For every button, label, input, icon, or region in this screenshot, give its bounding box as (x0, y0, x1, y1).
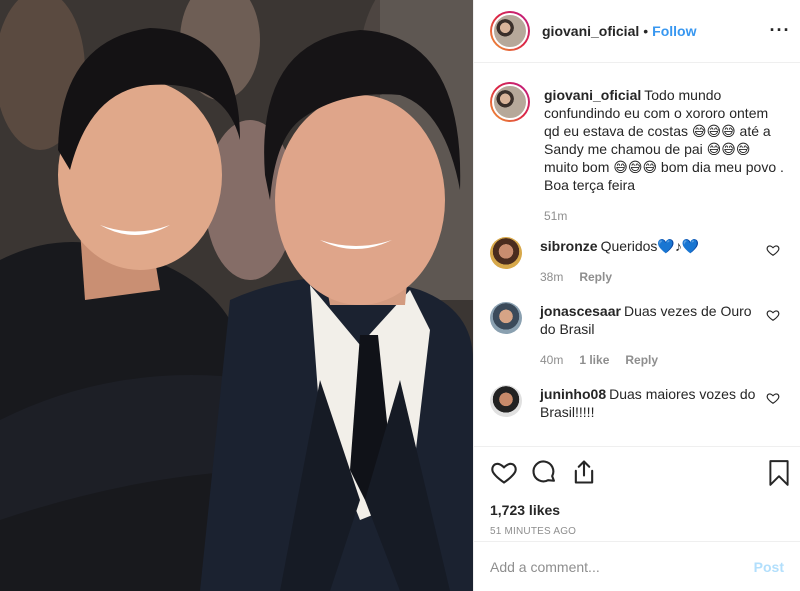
more-options-icon[interactable]: ··· (768, 20, 792, 40)
comment-username[interactable]: jonascesaar (540, 303, 621, 319)
post-photo[interactable] (0, 0, 473, 591)
bookmark-icon[interactable] (766, 459, 792, 487)
likes-count[interactable]: 1,723 likes (490, 502, 784, 518)
add-comment-bar: Add a comment... Post (474, 541, 800, 591)
photo-illustration (0, 0, 473, 591)
comment-likes[interactable]: 1 like (579, 353, 609, 367)
post-side-panel: giovani_oficial • Follow ··· giovani_ofi… (473, 0, 800, 591)
like-heart-icon[interactable] (490, 458, 518, 486)
add-comment-input[interactable]: Add a comment... (490, 559, 754, 575)
post-comment-button[interactable]: Post (754, 559, 784, 575)
author-avatar[interactable] (490, 11, 530, 51)
separator-dot: • (643, 23, 649, 39)
comment-item: juninho08 Duas maiores vozes do Brasil!!!… (490, 385, 784, 421)
caption: giovani_oficial Todo mundo confundindo eu… (490, 82, 784, 223)
comment-item: jonascesaar Duas vezes de Ouro do Brasil … (490, 302, 784, 367)
comment-time[interactable]: 40m (540, 353, 563, 367)
share-icon[interactable] (570, 458, 598, 486)
follow-button[interactable]: Follow (652, 23, 696, 39)
reply-button[interactable]: Reply (579, 270, 612, 284)
like-comment-heart-icon[interactable] (766, 243, 780, 257)
like-comment-heart-icon[interactable] (766, 391, 780, 405)
commenter-avatar[interactable] (490, 237, 522, 269)
like-comment-heart-icon[interactable] (766, 308, 780, 322)
comment-item: sibronze Queridos💙♪💙 38m Reply (490, 237, 784, 284)
commenter-avatar[interactable] (490, 385, 522, 417)
post-timestamp[interactable]: 51 MINUTES AGO (490, 526, 784, 537)
comments-list[interactable]: giovani_oficial Todo mundo confundindo eu… (474, 64, 800, 446)
caption-avatar[interactable] (490, 82, 530, 122)
author-username[interactable]: giovani_oficial (542, 23, 639, 39)
reply-button[interactable]: Reply (625, 353, 658, 367)
post-actions: 1,723 likes 51 MINUTES AGO (474, 446, 800, 542)
caption-username[interactable]: giovani_oficial (544, 87, 641, 103)
comment-text: Queridos💙♪💙 (600, 238, 700, 254)
caption-time[interactable]: 51m (544, 209, 567, 223)
comment-username[interactable]: juninho08 (540, 386, 606, 402)
comment-time[interactable]: 38m (540, 270, 563, 284)
post-header: giovani_oficial • Follow ··· (474, 0, 800, 63)
comment-bubble-icon[interactable] (530, 458, 558, 486)
commenter-avatar[interactable] (490, 302, 522, 334)
comment-username[interactable]: sibronze (540, 238, 598, 254)
